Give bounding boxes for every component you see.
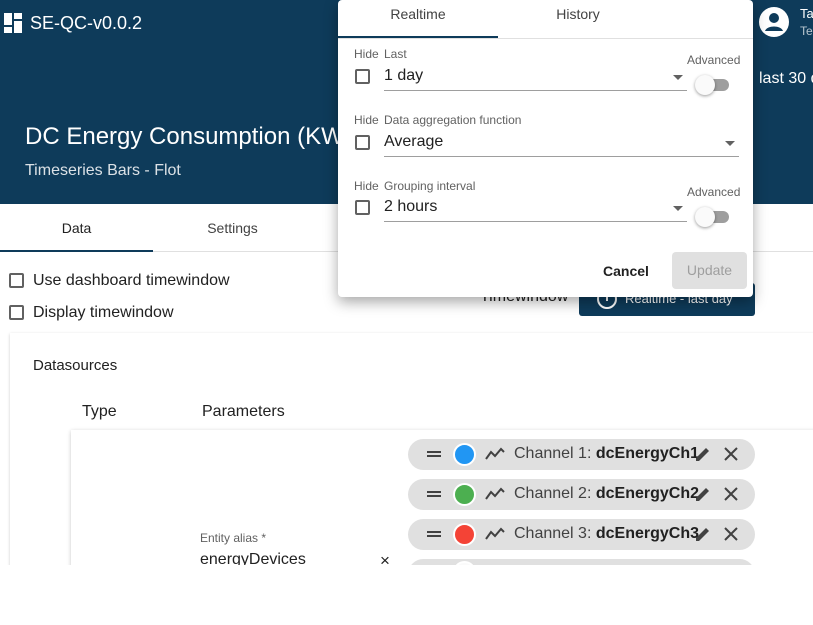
advanced-label: Advanced bbox=[687, 185, 741, 199]
advanced-label: Advanced bbox=[687, 53, 741, 67]
aggregation-label: Data aggregation function bbox=[384, 113, 522, 127]
display-timewindow-label: Display timewindow bbox=[33, 304, 174, 321]
header-timewindow-label[interactable]: last 30 d bbox=[759, 70, 813, 88]
color-swatch[interactable] bbox=[453, 443, 476, 466]
datakey-chip[interactable]: Channel 1: dcEnergyCh1 bbox=[408, 439, 755, 470]
close-icon[interactable] bbox=[722, 445, 740, 463]
tab-divider bbox=[338, 38, 753, 39]
cancel-button[interactable]: Cancel bbox=[596, 254, 656, 288]
tab-settings[interactable]: Settings bbox=[156, 204, 309, 252]
column-header-type: Type bbox=[82, 403, 117, 420]
hide-grouping-checkbox[interactable] bbox=[355, 200, 370, 215]
widget-title: DC Energy Consumption (KWh) bbox=[25, 123, 366, 150]
entity-alias-input[interactable]: energyDevices bbox=[200, 551, 306, 565]
grouping-label: Grouping interval bbox=[384, 179, 476, 193]
display-timewindow-checkbox[interactable] bbox=[9, 305, 24, 320]
hide-aggregation-label: Hide bbox=[354, 113, 379, 127]
drag-handle-icon[interactable] bbox=[427, 529, 441, 539]
color-swatch[interactable] bbox=[453, 523, 476, 546]
hide-aggregation-checkbox[interactable] bbox=[355, 135, 370, 150]
datakey-label: Channel 2: dcEnergyCh2 bbox=[514, 485, 699, 502]
hide-last-label: Hide bbox=[354, 47, 379, 61]
timeseries-icon bbox=[485, 447, 505, 460]
entity-alias-label: Entity alias * bbox=[200, 531, 267, 545]
grouping-select[interactable]: 2 hours bbox=[384, 198, 687, 222]
last-value: 1 day bbox=[384, 67, 424, 84]
column-header-parameters: Parameters bbox=[202, 403, 285, 420]
datakey-label: Channel 1: dcEnergyCh1 bbox=[514, 445, 699, 462]
use-dashboard-timewindow-checkbox[interactable] bbox=[9, 273, 24, 288]
dropdown-arrow-icon bbox=[673, 75, 683, 80]
edit-icon[interactable] bbox=[694, 525, 712, 543]
edit-icon[interactable] bbox=[694, 485, 712, 503]
edit-icon[interactable] bbox=[694, 445, 712, 463]
datasources-title: Datasources bbox=[33, 357, 118, 374]
account-icon[interactable] bbox=[759, 7, 789, 37]
color-swatch[interactable] bbox=[453, 483, 476, 506]
color-swatch[interactable] bbox=[453, 561, 476, 565]
dropdown-arrow-icon bbox=[725, 141, 735, 146]
tab-realtime[interactable]: Realtime bbox=[338, 0, 498, 38]
clear-alias-icon[interactable]: × bbox=[380, 551, 390, 565]
drag-handle-icon[interactable] bbox=[427, 489, 441, 499]
timeseries-icon bbox=[485, 527, 505, 540]
tab-data[interactable]: Data bbox=[0, 204, 153, 252]
last-label: Last bbox=[384, 47, 407, 61]
user-name: Ta bbox=[800, 6, 813, 21]
dropdown-arrow-icon bbox=[673, 206, 683, 211]
advanced-toggle[interactable] bbox=[695, 74, 731, 95]
advanced-toggle[interactable] bbox=[695, 206, 731, 227]
hide-last-checkbox[interactable] bbox=[355, 69, 370, 84]
datakey-chip[interactable]: Channel 2: dcEnergyCh2 bbox=[408, 479, 755, 510]
aggregation-select[interactable]: Average bbox=[384, 133, 739, 157]
drag-handle-icon[interactable] bbox=[427, 449, 441, 459]
datakey-label: Channel 3: dcEnergyCh3 bbox=[514, 525, 699, 542]
close-icon[interactable] bbox=[722, 485, 740, 503]
datakey-chip[interactable] bbox=[408, 559, 755, 565]
datakey-chip[interactable]: Channel 3: dcEnergyCh3 bbox=[408, 519, 755, 550]
use-dashboard-timewindow-label: Use dashboard timewindow bbox=[33, 272, 230, 289]
update-button[interactable]: Update bbox=[672, 252, 747, 289]
last-select[interactable]: 1 day bbox=[384, 67, 687, 91]
app-name: SE-QC-v0.0.2 bbox=[30, 13, 143, 33]
close-icon[interactable] bbox=[722, 525, 740, 543]
hide-grouping-label: Hide bbox=[354, 179, 379, 193]
grouping-value: 2 hours bbox=[384, 198, 438, 215]
widget-subtitle: Timeseries Bars - Flot bbox=[25, 162, 181, 179]
aggregation-value: Average bbox=[384, 133, 444, 150]
user-role: Te bbox=[800, 24, 813, 38]
dashboard-logo-icon bbox=[4, 13, 24, 33]
timeseries-icon bbox=[485, 487, 505, 500]
tab-history[interactable]: History bbox=[498, 0, 658, 38]
app-root: SE-QC-v0.0.2 Ta Te last 30 d DC Energy C… bbox=[0, 0, 813, 565]
